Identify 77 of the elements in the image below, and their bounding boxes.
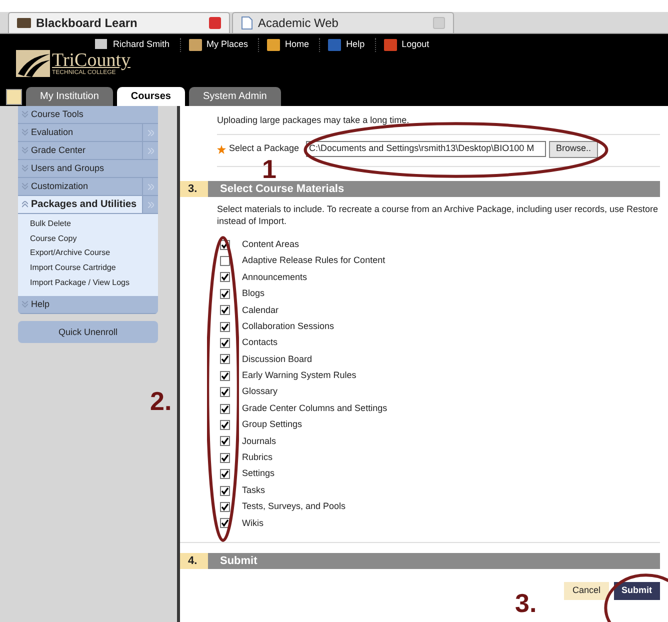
section-header: Select Course Materials [208,180,660,196]
submit-button[interactable]: Submit [614,582,660,600]
expand-icon [22,165,28,172]
header-link[interactable]: Help [319,38,365,52]
checkbox[interactable] [220,354,230,364]
checkbox-label: Tests, Surveys, and Pools [242,500,346,514]
checkbox-label: Collaboration Sessions [242,320,334,333]
checkbox-label: Rubrics [242,451,273,464]
sidebar-link[interactable]: Course Copy [18,232,158,246]
expand-icon [22,111,28,118]
upload-note: Uploading large packages may take a long time. [216,114,410,127]
checkbox-label: Discussion Board [242,352,312,366]
checkbox-label: Contacts [242,336,278,350]
checkbox-label: Early Warning System Rules [242,369,356,382]
checkbox-label: Tasks [242,484,266,497]
annotation-number: 2. [150,388,172,414]
checkbox[interactable] [220,452,230,463]
required-star-icon [217,144,226,154]
checkbox[interactable] [220,436,230,446]
checkbox[interactable] [220,420,230,430]
nav-tab[interactable]: System Admin [188,87,281,106]
checkbox-label: Journals [242,434,276,448]
checkbox-label: Content Areas [242,238,300,251]
nav-tab[interactable]: My Institution [26,87,113,106]
checkbox-label: Glossary [242,385,278,398]
checkbox[interactable] [220,288,230,299]
checkbox-label: Blogs [242,287,265,300]
sidebar-item[interactable]: Packages and Utilities [18,196,158,214]
checkbox-label: Settings [242,467,275,480]
checkbox[interactable] [220,370,230,381]
browse-button[interactable]: Browse.. [549,140,598,158]
sidebar-link[interactable]: Import Package / View Logs [18,276,158,290]
checkbox-label: Calendar [242,304,279,316]
checkbox-label: Announcements [242,270,308,284]
checkbox[interactable] [220,404,230,414]
expand-icon [22,301,28,308]
section-number: 3. [180,180,208,196]
expand-icon [22,183,28,190]
collapse-icon [22,201,28,208]
checkbox[interactable] [220,502,230,512]
cancel-button[interactable]: Cancel [564,582,608,600]
checkbox[interactable] [220,486,230,496]
expand-icon [22,147,28,154]
header-link[interactable]: Logout [374,38,430,52]
sidebar-item[interactable]: Customization [18,178,158,196]
checkbox[interactable] [220,338,230,348]
annotation-number: 3. [515,590,537,616]
checkbox-label: Adaptive Release Rules for Content [242,254,386,268]
section-description: Select materials to include. To recreate a course from an Archive Package, including user records, use Restore instead of Import. [216,202,660,226]
checkbox-label: Grade Center Columns and Settings [242,402,388,415]
header-link[interactable]: My Places [180,38,248,52]
sidebar-link[interactable]: Bulk Delete [18,217,158,232]
checkbox[interactable] [220,469,230,480]
sidebar-link[interactable]: Import Course Cartridge [18,261,158,276]
user-name: Richard Smith [113,38,170,51]
annotation-number: 1 [262,156,276,182]
sidebar-item[interactable]: Evaluation [18,124,158,142]
section-number: 4. [180,552,208,569]
expand-icon [22,129,28,136]
field-label: Select a Package [229,142,300,156]
checkbox-label: Group Settings [242,418,302,432]
checkbox[interactable] [220,256,230,266]
header-link[interactable]: Home [258,38,310,52]
nav-tab[interactable]: Courses [116,87,185,106]
sidebar-item[interactable]: Grade Center [18,142,158,160]
browser-tab[interactable]: Academic Web [232,12,454,33]
checkbox[interactable] [220,272,230,282]
checkbox-label: Wikis [242,516,264,530]
browser-tab[interactable]: Blackboard Learn [8,12,230,33]
quick-unenroll-button[interactable]: Quick Unenroll [18,321,158,344]
section-header: Submit [208,552,660,569]
page-icon [241,16,253,30]
file-path-field[interactable]: C:\Documents and Settings\rsmith13\Desktop\BIO100 M [306,141,546,157]
checkbox[interactable] [220,387,230,398]
sidebar-link[interactable]: Export/Archive Course [18,246,158,262]
checkbox[interactable] [220,322,230,332]
checkbox[interactable] [220,305,230,316]
